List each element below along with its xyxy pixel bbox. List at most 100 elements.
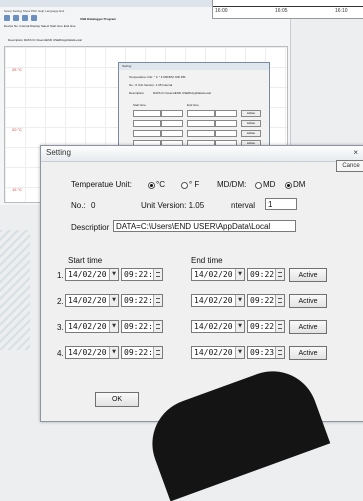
temperature-unit-label: Temperatue Unit: (71, 180, 132, 189)
row-number: 4. (57, 349, 64, 358)
start-date-value: 14/02/20 (68, 296, 107, 305)
interval-input[interactable]: 1 (265, 198, 297, 210)
end-time-spinner[interactable]: 09:22 (247, 268, 285, 281)
toolbar-icon[interactable] (13, 15, 19, 21)
celsius-radio[interactable] (148, 182, 155, 189)
bg-active-button[interactable]: Active (241, 120, 261, 127)
start-date-picker[interactable]: 14/02/20 ▼ (65, 268, 119, 281)
row-number: 2. (57, 297, 64, 306)
dialog-title-bar: Setting × (41, 146, 363, 162)
end-date-picker[interactable]: 14/02/20 ▼ (191, 320, 245, 333)
row-number: 3. (57, 323, 64, 332)
end-date-picker[interactable]: 14/02/20 ▼ (191, 294, 245, 307)
spinner-icon[interactable] (275, 347, 284, 358)
bg-desc-label: Description (129, 91, 145, 95)
start-time-spinner[interactable]: 09:22: (121, 294, 163, 307)
background-toolbar[interactable] (4, 15, 37, 23)
dialog-title: Setting (46, 148, 71, 157)
chevron-down-icon[interactable]: ▼ (109, 321, 118, 332)
active-button[interactable]: Active (289, 346, 327, 360)
ok-button[interactable]: OK (95, 392, 139, 407)
start-date-picker[interactable]: 14/02/20 ▼ (65, 346, 119, 359)
setting-dialog: Setting × Cance Temperatue Unit: °C ° F … (40, 145, 363, 422)
active-button[interactable]: Active (289, 294, 327, 308)
background-field-labels: Device No. Interval Display Select Start… (4, 24, 76, 28)
bg-start-time[interactable] (161, 110, 183, 117)
decorative-pattern (0, 230, 30, 350)
celsius-label: °C (156, 180, 165, 189)
bg-active-button[interactable]: Active (241, 130, 261, 137)
start-date-value: 14/02/20 (68, 322, 107, 331)
active-button[interactable]: Active (289, 268, 327, 282)
background-description: Description DATA=C:\Users\END USER\AppDa… (8, 38, 82, 42)
chevron-down-icon[interactable]: ▼ (109, 295, 118, 306)
time-tick: 16:00 (215, 8, 228, 14)
bg-active-button[interactable]: Active (241, 110, 261, 117)
chevron-down-icon[interactable]: ▼ (235, 269, 244, 280)
description-input[interactable]: DATA=C:\Users\END USER\AppData\Local (113, 220, 296, 232)
spinner-icon[interactable] (275, 295, 284, 306)
spinner-icon[interactable] (275, 321, 284, 332)
chevron-down-icon[interactable]: ▼ (109, 347, 118, 358)
end-time-spinner[interactable]: 09:22 (247, 294, 285, 307)
chevron-down-icon[interactable]: ▼ (109, 269, 118, 280)
spinner-icon[interactable] (275, 269, 284, 280)
close-icon[interactable]: × (353, 148, 358, 157)
active-button[interactable]: Active (289, 320, 327, 334)
start-date-value: 14/02/20 (68, 270, 107, 279)
end-date-picker[interactable]: 14/02/20 ▼ (191, 346, 245, 359)
row-number: 1. (57, 271, 64, 280)
end-time-spinner[interactable]: 09:23 (247, 346, 285, 359)
time-tick: 16:10 (335, 8, 348, 14)
start-time-value: 09:22: (124, 296, 153, 305)
toolbar-icon[interactable] (4, 15, 10, 21)
toolbar-icon[interactable] (22, 15, 28, 21)
cancel-tab-button[interactable]: Cance (336, 160, 363, 172)
bg-end-date[interactable] (187, 110, 215, 117)
bg-end-time[interactable] (215, 110, 237, 117)
start-date-picker[interactable]: 14/02/20 ▼ (65, 320, 119, 333)
md-dm-label: MD/DM: (217, 180, 247, 189)
start-time-spinner[interactable]: 09:22: (121, 320, 163, 333)
end-date-value: 14/02/20 (194, 348, 233, 357)
time-tick: 16:05 (275, 8, 288, 14)
bg-start-time[interactable] (161, 120, 183, 127)
spinner-icon[interactable] (153, 347, 162, 358)
bg-start-time[interactable] (161, 130, 183, 137)
chevron-down-icon[interactable]: ▼ (235, 295, 244, 306)
end-time-value: 09:22 (250, 296, 275, 305)
bg-start-date[interactable] (133, 130, 161, 137)
bg-temp-row: Temperature Unit: ° C ° F MD/DM: MD DM (129, 75, 186, 79)
bg-end-header: End time (187, 103, 199, 107)
end-date-value: 14/02/20 (194, 270, 233, 279)
bg-end-time[interactable] (215, 130, 237, 137)
axis-label: 25 °C (12, 67, 23, 72)
end-date-value: 14/02/20 (194, 322, 233, 331)
bg-start-date[interactable] (133, 120, 161, 127)
background-menu-bar[interactable]: Setup Setting Show PDF Help Language Exi… (4, 9, 64, 13)
start-date-picker[interactable]: 14/02/20 ▼ (65, 294, 119, 307)
bg-end-date[interactable] (187, 120, 215, 127)
end-date-picker[interactable]: 14/02/20 ▼ (191, 268, 245, 281)
start-time-spinner[interactable]: 09:22: (121, 346, 163, 359)
unit-version: Unit Version: 1.05 (141, 201, 205, 210)
start-time-spinner[interactable]: 09:22: (121, 268, 163, 281)
spinner-icon[interactable] (153, 269, 162, 280)
start-time-value: 09:22: (124, 348, 153, 357)
axis-label: 15 °C (12, 187, 23, 192)
axis-label: 20 °C (12, 127, 23, 132)
end-time-spinner[interactable]: 09:22 (247, 320, 285, 333)
bg-end-date[interactable] (187, 130, 215, 137)
dm-radio[interactable] (285, 182, 292, 189)
toolbar-icon[interactable] (31, 15, 37, 21)
bg-start-date[interactable] (133, 110, 161, 117)
chevron-down-icon[interactable]: ▼ (235, 321, 244, 332)
chevron-down-icon[interactable]: ▼ (235, 347, 244, 358)
spinner-icon[interactable] (153, 295, 162, 306)
bg-end-time[interactable] (215, 120, 237, 127)
number-label: No.: (71, 201, 86, 210)
spinner-icon[interactable] (153, 321, 162, 332)
description-label: Descriptior (71, 223, 110, 232)
md-radio[interactable] (255, 182, 262, 189)
fahrenheit-radio[interactable] (181, 182, 188, 189)
